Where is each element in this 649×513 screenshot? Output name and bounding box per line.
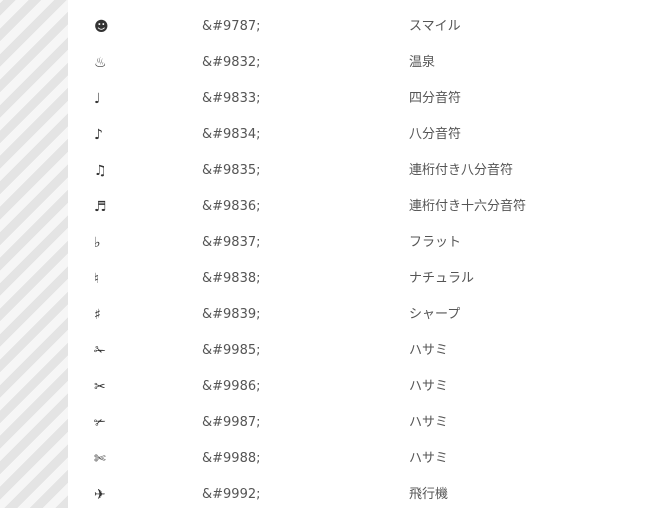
table-row: ✂ &#9986; ハサミ — [68, 369, 649, 405]
entity-code: &#9832; — [202, 55, 261, 70]
entity-code: &#9787; — [202, 19, 261, 34]
character-table: ☻ &#9787; スマイル ♨ &#9832; 温泉 ♩ &#9833; 四分… — [68, 9, 649, 513]
character-name: 温泉 — [409, 55, 436, 70]
entity-code: &#9834; — [202, 127, 261, 142]
character-name: 四分音符 — [409, 91, 462, 106]
entity-code: &#9835; — [202, 163, 261, 178]
character-name: 連桁付き八分音符 — [409, 163, 514, 178]
entity-code: &#9839; — [202, 307, 261, 322]
character-glyph: ♪ — [94, 127, 103, 143]
character-glyph: ♬ — [94, 199, 107, 215]
entity-code: &#9988; — [202, 451, 261, 466]
striped-background — [0, 0, 68, 508]
table-row: ♩ &#9833; 四分音符 — [68, 81, 649, 117]
character-glyph: ♨ — [94, 55, 107, 71]
entity-code: &#9838; — [202, 271, 261, 286]
character-glyph: ✃ — [94, 415, 106, 431]
table-row: ♭ &#9837; フラット — [68, 225, 649, 261]
table-row: ♮ &#9838; ナチュラル — [68, 261, 649, 297]
table-row: ✄ &#9988; ハサミ — [68, 441, 649, 477]
content-area: ☻ &#9787; スマイル ♨ &#9832; 温泉 ♩ &#9833; 四分… — [68, 0, 649, 508]
character-glyph: ♩ — [94, 91, 101, 107]
character-name: ハサミ — [409, 343, 449, 358]
table-row: ♬ &#9836; 連桁付き十六分音符 — [68, 189, 649, 225]
table-row: ♨ &#9832; 温泉 — [68, 45, 649, 81]
table-row: ✃ &#9987; ハサミ — [68, 405, 649, 441]
character-glyph: ✄ — [94, 451, 106, 467]
character-name: シャープ — [409, 307, 461, 322]
character-name: スマイル — [409, 19, 461, 34]
character-glyph: ♯ — [94, 307, 101, 323]
entity-code: &#9987; — [202, 415, 261, 430]
character-glyph: ✂ — [94, 379, 106, 395]
table-row: ☻ &#9787; スマイル — [68, 9, 649, 45]
character-name: ハサミ — [409, 451, 449, 466]
character-glyph: ✁ — [94, 343, 106, 359]
table-row: ✁ &#9985; ハサミ — [68, 333, 649, 369]
character-name: 八分音符 — [409, 127, 462, 142]
character-name: フラット — [409, 235, 462, 250]
character-name: 連桁付き十六分音符 — [409, 199, 527, 214]
character-glyph: ♭ — [94, 235, 101, 251]
character-glyph: ☻ — [94, 19, 109, 35]
entity-code: &#9837; — [202, 235, 261, 250]
entity-code: &#9836; — [202, 199, 261, 214]
entity-code: &#9985; — [202, 343, 261, 358]
entity-code: &#9833; — [202, 91, 261, 106]
character-name: ハサミ — [409, 415, 449, 430]
character-glyph: ♮ — [94, 271, 100, 287]
character-glyph: ♫ — [94, 163, 107, 179]
entity-code: &#9986; — [202, 379, 261, 394]
character-name: ハサミ — [409, 379, 449, 394]
table-row: ♫ &#9835; 連桁付き八分音符 — [68, 153, 649, 189]
character-name: ナチュラル — [409, 271, 475, 286]
table-row: ♪ &#9834; 八分音符 — [68, 117, 649, 153]
table-row: ♯ &#9839; シャープ — [68, 297, 649, 333]
